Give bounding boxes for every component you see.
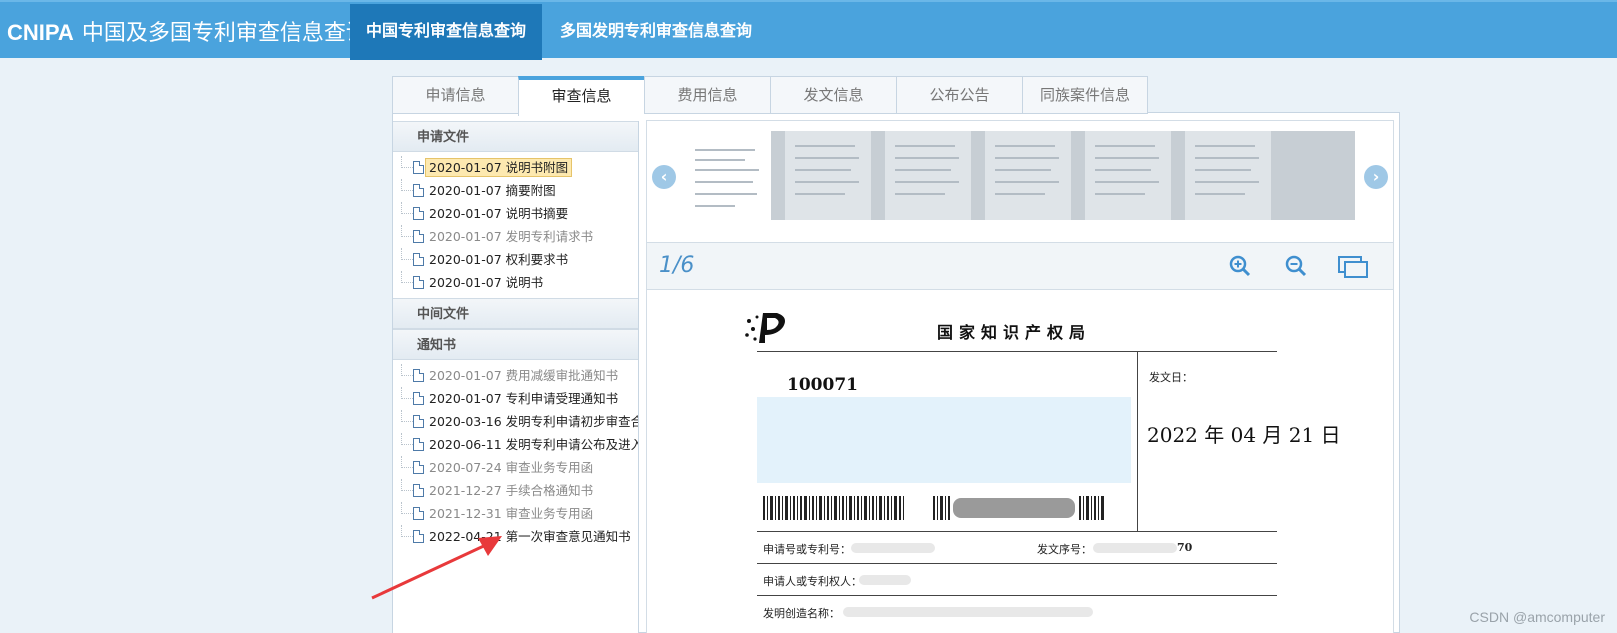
tree-item-label: 2020-03-16 发明专利申请初步审查合: [429, 414, 639, 429]
document-icon: [413, 461, 424, 474]
thumbnail-track: [685, 131, 1355, 220]
nav-china-patent[interactable]: 中国专利审查信息查询: [350, 4, 543, 60]
site-logo[interactable]: CNIPA 中国及多国专利审查信息查询: [7, 15, 368, 47]
tab-examination-info[interactable]: 审查信息: [518, 76, 644, 116]
redacted-value: [1093, 543, 1177, 553]
tree-item-label: 2020-01-07 费用减缓审批通知书: [429, 368, 619, 383]
tree-item-label: 2020-07-24 审查业务专用函: [429, 460, 594, 475]
postal-code: 100071: [787, 375, 858, 395]
page-thumbnail[interactable]: [785, 131, 871, 220]
tab-dispatch-info[interactable]: 发文信息: [770, 76, 896, 114]
document-icon: [413, 161, 424, 174]
tree-item-label: 2020-01-07 发明专利请求书: [429, 229, 594, 244]
document-icon: [413, 392, 424, 405]
invention-title-label: 发明创造名称：: [763, 607, 840, 620]
tab-application-info[interactable]: 申请信息: [392, 76, 518, 114]
tree-item[interactable]: 2020-01-07 发明专利请求书: [393, 225, 638, 248]
tree-item-label: 2021-12-27 手续合格通知书: [429, 483, 594, 498]
tree-item-label: 2020-01-07 权利要求书: [429, 252, 569, 267]
tree-item[interactable]: 2020-01-07 摘要附图: [393, 179, 638, 202]
barcode-redacted: [933, 496, 1104, 520]
redacted-value: [843, 607, 1093, 617]
document-icon: [413, 276, 424, 289]
zoom-out-icon[interactable]: [1283, 253, 1309, 279]
group-application-items: 2020-01-07 说明书附图 2020-01-07 摘要附图 2020-01…: [393, 152, 638, 298]
tree-item[interactable]: 2021-12-27 手续合格通知书: [393, 479, 638, 502]
document-icon: [413, 184, 424, 197]
tree-item-label: 2020-01-07 摘要附图: [429, 183, 556, 198]
zoom-in-icon[interactable]: [1227, 253, 1253, 279]
document-viewer: ‹ › 1/6 国家知识产权局 100071 发文日： 2022 年 04 月 …: [646, 120, 1394, 633]
tab-publication[interactable]: 公布公告: [896, 76, 1022, 114]
nav-multi-country-patent[interactable]: 多国发明专利审查信息查询: [544, 4, 768, 60]
group-application-files[interactable]: 申请文件: [393, 121, 638, 152]
document-icon: [413, 230, 424, 243]
thumbnail-strip: ‹ ›: [647, 121, 1393, 243]
viewer-toolbar: 1/6: [647, 243, 1393, 290]
tree-item[interactable]: 2020-03-16 发明专利申请初步审查合: [393, 410, 638, 433]
page-indicator: 1/6: [659, 253, 695, 278]
group-notices[interactable]: 通知书: [393, 329, 638, 360]
fit-page-icon[interactable]: [1337, 253, 1369, 279]
info-tabs: 申请信息 审查信息 费用信息 发文信息 公布公告 同族案件信息: [392, 76, 1148, 116]
page-thumbnail[interactable]: [885, 131, 971, 220]
document-icon: [413, 253, 424, 266]
redacted-value: [851, 543, 935, 553]
office-name: 国家知识产权局: [937, 323, 1092, 342]
tree-item-label: 2020-01-07 说明书: [429, 275, 544, 290]
page-thumbnail[interactable]: [685, 131, 771, 220]
watermark: CSDN @amcomputer: [1469, 609, 1605, 625]
brand-name: CNIPA: [7, 20, 74, 45]
tree-item[interactable]: 2020-06-11 发明专利申请公布及进入: [393, 433, 638, 456]
chevron-left-icon[interactable]: ‹: [652, 165, 676, 189]
tree-item[interactable]: 2020-01-07 说明书摘要: [393, 202, 638, 225]
tab-family-cases[interactable]: 同族案件信息: [1022, 76, 1148, 114]
tree-item[interactable]: 2021-12-31 审查业务专用函: [393, 502, 638, 525]
tree-item-label: 2020-01-07 专利申请受理通知书: [429, 391, 619, 406]
tree-item-label: 2020-01-07 说明书摘要: [429, 206, 569, 221]
document-icon: [413, 369, 424, 382]
document-icon: [413, 484, 424, 497]
document-icon: [413, 438, 424, 451]
barcode: [763, 496, 904, 520]
serial-number-label: 发文序号：: [1037, 543, 1092, 556]
group-intermediate-files[interactable]: 中间文件: [393, 298, 638, 329]
page-thumbnail[interactable]: [1185, 131, 1271, 220]
annotation-arrow-icon: [371, 536, 502, 600]
tree-item[interactable]: 2020-01-07 说明书: [393, 271, 638, 294]
tree-item-label: 2021-12-31 审查业务专用函: [429, 506, 594, 521]
top-header: CNIPA 中国及多国专利审查信息查询 中国专利审查信息查询 多国发明专利审查信息…: [0, 0, 1617, 60]
site-title: 中国及多国专利审查信息查询: [81, 21, 368, 46]
application-number-label: 申请号或专利号：: [763, 543, 851, 556]
tree-item[interactable]: 2020-01-07 权利要求书: [393, 248, 638, 271]
tree-item-label: 2020-01-07 说明书附图: [425, 158, 573, 177]
document-icon: [413, 415, 424, 428]
tree-item[interactable]: 2020-01-07 说明书附图: [393, 156, 638, 179]
tree-item-label: 2020-06-11 发明专利申请公布及进入: [429, 437, 639, 452]
chevron-right-icon[interactable]: ›: [1364, 165, 1388, 189]
dispatch-date: 2022 年 04 月 21 日: [1147, 423, 1341, 447]
dispatch-date-label: 发文日：: [1149, 371, 1193, 384]
page-thumbnail[interactable]: [1085, 131, 1171, 220]
tree-item[interactable]: 2020-01-07 专利申请受理通知书: [393, 387, 638, 410]
document-page: 国家知识产权局 100071 发文日： 2022 年 04 月 21 日 申请号…: [647, 291, 1393, 633]
document-icon: [413, 507, 424, 520]
page-thumbnail[interactable]: [985, 131, 1071, 220]
cnipa-emblem-icon: [745, 313, 785, 343]
address-redacted: [757, 397, 1131, 483]
group-notice-items: 2020-01-07 费用减缓审批通知书 2020-01-07 专利申请受理通知…: [393, 360, 638, 552]
serial-number-suffix: 70: [1177, 541, 1193, 554]
document-icon: [413, 207, 424, 220]
applicant-label: 申请人或专利权人：: [763, 575, 862, 588]
redacted-value: [859, 575, 911, 585]
tree-item[interactable]: 2020-07-24 审查业务专用函: [393, 456, 638, 479]
tree-item[interactable]: 2020-01-07 费用减缓审批通知书: [393, 364, 638, 387]
tab-fee-info[interactable]: 费用信息: [644, 76, 770, 114]
